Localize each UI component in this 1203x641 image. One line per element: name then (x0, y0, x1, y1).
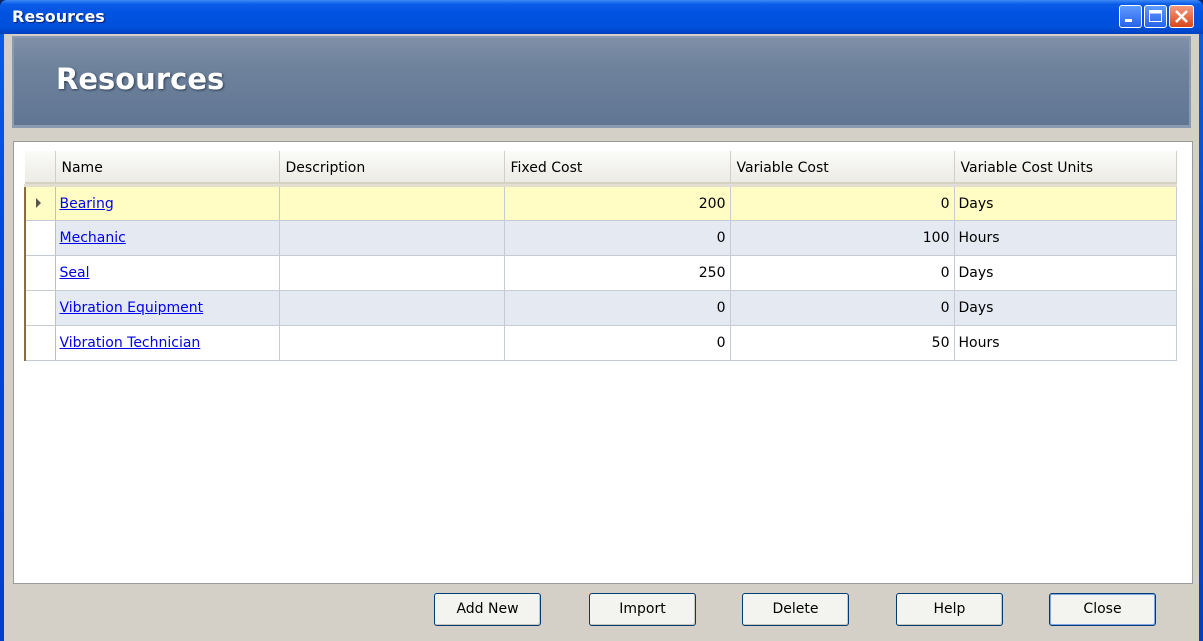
variable-cost-cell[interactable]: 0 (729, 255, 955, 291)
resources-window: Resources Resources Name Description Fix… (0, 0, 1203, 641)
variable-cost-cell[interactable]: 0 (729, 185, 955, 221)
row-selector[interactable] (24, 255, 56, 291)
units-cell[interactable]: Days (953, 185, 1177, 221)
table-row[interactable]: Vibration Equipment 0 0 Days (24, 290, 1177, 326)
fixed-cost-cell[interactable]: 0 (503, 220, 731, 256)
units-cell[interactable]: Hours (953, 220, 1177, 256)
column-header-name[interactable]: Name (55, 151, 280, 187)
maximize-button[interactable] (1144, 5, 1167, 28)
fixed-cost-cell[interactable]: 0 (503, 325, 731, 361)
fixed-cost-cell[interactable]: 250 (503, 255, 731, 291)
minimize-icon (1125, 19, 1132, 22)
resource-link[interactable]: Bearing (60, 196, 114, 212)
header-band: Resources (12, 36, 1191, 128)
help-button[interactable]: Help (896, 593, 1003, 626)
name-cell: Vibration Equipment (54, 290, 280, 326)
description-cell[interactable] (278, 255, 505, 291)
resource-link[interactable]: Seal (60, 265, 90, 281)
table-row[interactable]: Bearing 200 0 Days (24, 185, 1177, 221)
title-bar[interactable]: Resources (0, 0, 1203, 34)
resource-link[interactable]: Vibration Technician (60, 335, 201, 351)
column-header-variable-cost[interactable]: Variable Cost (730, 151, 955, 187)
row-selector[interactable] (24, 290, 56, 326)
variable-cost-cell[interactable]: 50 (729, 325, 955, 361)
description-cell[interactable] (278, 185, 505, 221)
grid-panel: Name Description Fixed Cost Variable Cos… (13, 141, 1193, 584)
table-row[interactable]: Mechanic 0 100 Hours (24, 220, 1177, 256)
current-row-icon (36, 197, 41, 208)
units-cell[interactable]: Days (953, 290, 1177, 326)
description-cell[interactable] (278, 290, 505, 326)
resource-link[interactable]: Mechanic (60, 230, 126, 246)
name-cell: Mechanic (54, 220, 280, 256)
window-client: Resources Name Description Fixed Cost Va… (4, 34, 1199, 641)
page-title: Resources (56, 62, 225, 96)
column-header-fixed-cost[interactable]: Fixed Cost (504, 151, 731, 187)
column-header-variable-cost-units[interactable]: Variable Cost Units (954, 151, 1177, 187)
variable-cost-cell[interactable]: 100 (729, 220, 955, 256)
row-selector[interactable] (24, 185, 56, 221)
close-icon (1175, 10, 1188, 23)
variable-cost-cell[interactable]: 0 (729, 290, 955, 326)
row-selector-header (25, 151, 56, 187)
fixed-cost-cell[interactable]: 0 (503, 290, 731, 326)
table-row[interactable]: Seal 250 0 Days (24, 255, 1177, 291)
window-title: Resources (12, 7, 105, 26)
name-cell: Vibration Technician (54, 325, 280, 361)
fixed-cost-cell[interactable]: 200 (503, 185, 731, 221)
table-row[interactable]: Vibration Technician 0 50 Hours (24, 325, 1177, 361)
row-selector[interactable] (24, 325, 56, 361)
maximize-icon (1149, 10, 1162, 22)
units-cell[interactable]: Days (953, 255, 1177, 291)
resource-link[interactable]: Vibration Equipment (60, 300, 204, 316)
name-cell: Bearing (54, 185, 280, 221)
import-button[interactable]: Import (589, 593, 696, 626)
name-cell: Seal (54, 255, 280, 291)
description-cell[interactable] (278, 325, 505, 361)
column-header-description[interactable]: Description (279, 151, 505, 187)
close-button[interactable]: Close (1049, 593, 1156, 626)
close-window-button[interactable] (1169, 5, 1194, 28)
add-new-button[interactable]: Add New (434, 593, 541, 626)
description-cell[interactable] (278, 220, 505, 256)
delete-button[interactable]: Delete (742, 593, 849, 626)
resources-grid: Name Description Fixed Cost Variable Cos… (24, 151, 1177, 361)
row-selector[interactable] (24, 220, 56, 256)
units-cell[interactable]: Hours (953, 325, 1177, 361)
minimize-button[interactable] (1119, 5, 1142, 28)
